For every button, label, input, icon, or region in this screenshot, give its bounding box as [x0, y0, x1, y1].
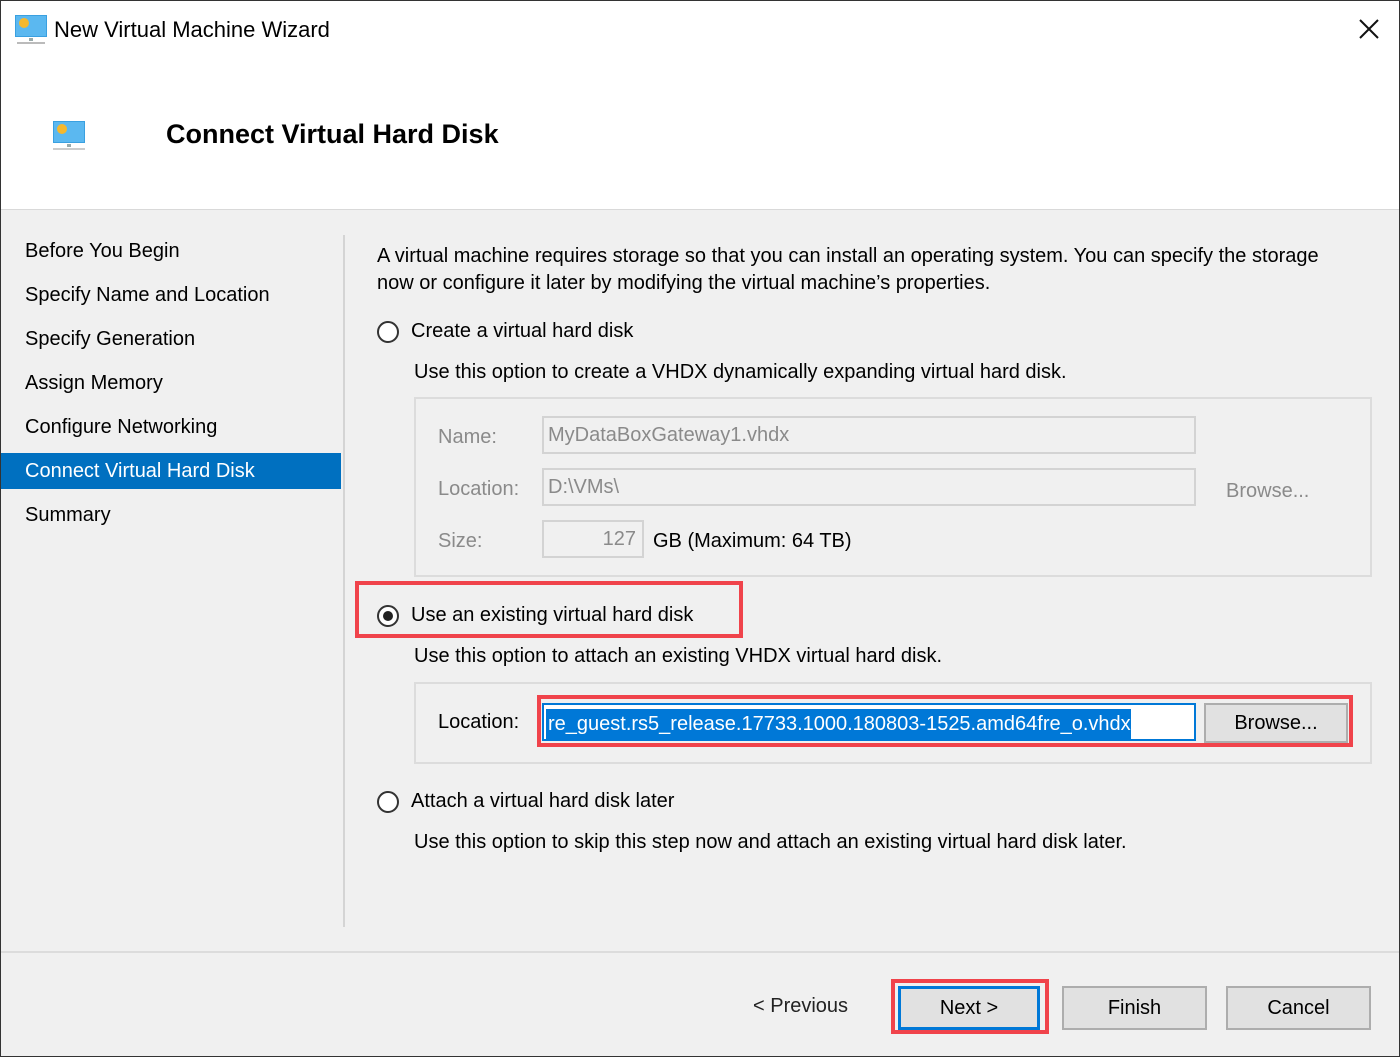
- wizard-header: Connect Virtual Hard Disk: [1, 61, 1399, 210]
- close-icon: [1358, 18, 1380, 45]
- size-field[interactable]: 127: [542, 520, 644, 558]
- existing-location-value: re_guest.rs5_release.17733.1000.180803-1…: [546, 709, 1131, 739]
- create-vhd-group: Name: MyDataBoxGateway1.vhdx Location: D…: [414, 397, 1372, 577]
- sidebar-item-configure-networking[interactable]: Configure Networking: [1, 409, 341, 445]
- location-label: Location:: [438, 478, 520, 500]
- cancel-button[interactable]: Cancel: [1226, 986, 1371, 1030]
- window-title: New Virtual Machine Wizard: [54, 17, 330, 42]
- attach-later-radio[interactable]: [377, 790, 399, 813]
- attach-later-description: Use this option to skip this step now an…: [414, 831, 1127, 853]
- close-button[interactable]: [1339, 1, 1399, 61]
- intro-text: A virtual machine requires storage so th…: [377, 245, 1319, 294]
- location-field[interactable]: D:\VMs\: [542, 468, 1196, 506]
- use-existing-vhd-label: Use an existing virtual hard disk: [411, 604, 694, 626]
- sidebar-item-connect-virtual-hard-disk[interactable]: Connect Virtual Hard Disk: [1, 453, 341, 489]
- virtual-machine-icon: [15, 15, 47, 45]
- sidebar-item-specify-name-and-location[interactable]: Specify Name and Location: [1, 277, 341, 313]
- wizard-window: New Virtual Machine Wizard Connect Virtu…: [0, 0, 1400, 1057]
- browse-button-disabled[interactable]: Browse...: [1226, 480, 1309, 503]
- create-vhd-radio[interactable]: [377, 320, 399, 343]
- sidebar-item-summary[interactable]: Summary: [1, 497, 341, 533]
- title-bar: New Virtual Machine Wizard: [1, 1, 1399, 61]
- existing-location-label: Location:: [438, 711, 520, 733]
- size-label: Size:: [438, 530, 483, 552]
- existing-browse-button[interactable]: Browse...: [1204, 703, 1348, 743]
- previous-button[interactable]: < Previous: [753, 995, 848, 1018]
- footer-divider: [1, 951, 1399, 953]
- page-title: Connect Virtual Hard Disk: [166, 119, 499, 149]
- sidebar-item-before-you-begin[interactable]: Before You Begin: [1, 233, 341, 269]
- existing-vhd-group: Location: re_guest.rs5_release.17733.100…: [414, 682, 1372, 764]
- size-unit-text: GB (Maximum: 64 TB): [653, 530, 852, 552]
- next-button[interactable]: Next >: [898, 986, 1040, 1030]
- sidebar-item-assign-memory[interactable]: Assign Memory: [1, 365, 341, 401]
- existing-location-field[interactable]: re_guest.rs5_release.17733.1000.180803-1…: [542, 703, 1196, 741]
- name-label: Name:: [438, 426, 497, 448]
- virtual-machine-icon: [53, 121, 87, 151]
- create-vhd-description: Use this option to create a VHDX dynamic…: [414, 361, 1067, 383]
- use-existing-vhd-radio[interactable]: [377, 604, 399, 627]
- attach-later-option[interactable]: Attach a virtual hard disk later: [377, 790, 674, 813]
- use-existing-vhd-option[interactable]: Use an existing virtual hard disk: [377, 604, 693, 627]
- wizard-steps: Before You Begin Specify Name and Locati…: [1, 233, 341, 541]
- name-field[interactable]: MyDataBoxGateway1.vhdx: [542, 416, 1196, 454]
- sidebar-item-specify-generation[interactable]: Specify Generation: [1, 321, 341, 357]
- use-existing-vhd-description: Use this option to attach an existing VH…: [414, 645, 943, 667]
- create-vhd-label: Create a virtual hard disk: [411, 320, 634, 342]
- create-vhd-option[interactable]: Create a virtual hard disk: [377, 320, 633, 343]
- attach-later-label: Attach a virtual hard disk later: [411, 790, 675, 812]
- finish-button[interactable]: Finish: [1062, 986, 1207, 1030]
- sidebar-divider: [343, 235, 345, 927]
